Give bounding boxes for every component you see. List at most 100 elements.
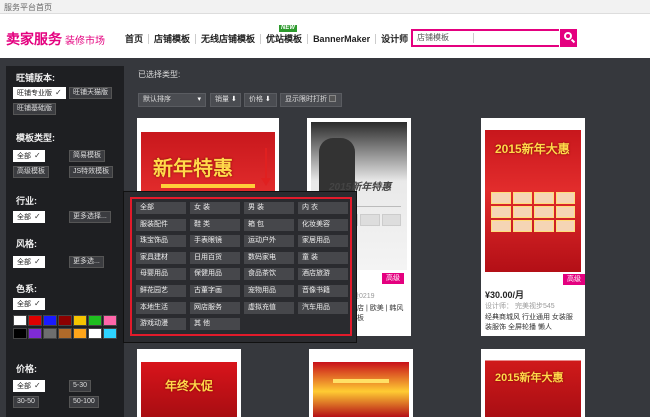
industry-option[interactable]: 虚拟充值 [244,301,294,314]
industry-option[interactable]: 鲜花园艺 [136,285,186,297]
template-thumbnail[interactable]: 年终大促 [141,353,237,417]
color-swatch[interactable] [13,315,27,326]
filter-type-js[interactable]: JS特效模板 [69,166,114,178]
search-button[interactable] [559,29,577,47]
filter-type-all[interactable]: 全部 ✓ [13,150,45,162]
template-card[interactable] [309,349,413,417]
logo-brand: 卖家服务 [6,31,62,47]
checkbox-icon [329,95,336,102]
filter-color-title: 色系: [16,284,37,294]
sort-sales-button[interactable]: 销量 ⬇ [210,93,241,107]
filter-price-30-50[interactable]: 30-50 [13,396,39,408]
nav-wireless-templates[interactable]: 无线店铺模板 [196,34,262,44]
filter-price-5-30[interactable]: 5-30 [69,380,92,392]
industry-option[interactable]: 全部 [136,202,186,214]
search-divider [473,33,474,43]
color-swatch[interactable] [73,315,87,326]
sort-price-button[interactable]: 价格 ⬇ [244,93,277,107]
industry-option[interactable]: 鞋 类 [190,218,240,231]
industry-option[interactable]: 服装配件 [136,218,186,231]
color-swatch[interactable] [58,315,72,326]
filter-industry-all[interactable]: 全部 ✓ [13,211,45,223]
search-scope-select[interactable]: 店铺模板 [415,32,473,44]
color-swatch[interactable] [58,328,72,339]
template-thumbnail[interactable] [313,353,409,417]
color-swatch[interactable] [43,315,57,326]
template-thumbnail[interactable]: 2015新年大惠 [485,353,581,417]
industry-option[interactable]: 家居用品 [298,235,348,248]
industry-option[interactable]: 化妆美容 [298,218,348,231]
filter-price-all[interactable]: 全部 ✓ [13,380,45,392]
industry-option[interactable]: 箱 包 [244,218,294,231]
sort-default-select[interactable]: 默认排序 ▾ [138,93,206,107]
logo[interactable]: 卖家服务 装修市场 [6,29,105,49]
filter-type-title: 模板类型: [16,133,55,143]
industry-dropdown: 全部女 装男 装内 衣服装配件鞋 类箱 包化妆美容珠宝饰品 手表眼镜 运动户外 家居用… [123,191,357,343]
filter-color-all[interactable]: 全部 ✓ [13,298,45,310]
color-swatch[interactable] [88,315,102,326]
industry-option[interactable]: 音像书籍 [298,285,348,297]
nav-shop-templates[interactable]: 店铺模板 [149,34,197,44]
check-icon: ✓ [55,88,62,97]
sort-down-icon: ⬇ [265,96,271,103]
filter-price-50-100[interactable]: 50-100 [69,396,99,408]
template-card[interactable]: 2015新年大惠 [481,349,585,417]
template-card[interactable]: 2015新年大惠 高级 ¥30.00/月 设计师： 完美视步545 经典商城风 … [481,118,585,336]
color-swatch[interactable] [103,315,117,326]
industry-option[interactable]: 数码家电 [244,251,294,264]
filter-version-tmall[interactable]: 旺铺天猫版 [69,87,112,99]
color-swatch[interactable] [103,328,117,339]
industry-option[interactable]: 本地生活 [136,301,186,314]
industry-option[interactable]: 女 装 [190,202,240,214]
industry-option[interactable]: 保健用品 [190,268,240,281]
annotation-arrow [265,148,267,180]
industry-option[interactable]: 运动户外 [244,235,294,248]
industry-option[interactable]: 酒店旅游 [298,268,348,281]
industry-option[interactable]: 宠物用品 [244,285,294,297]
nav-designer[interactable]: 设计师 [376,34,413,44]
color-swatch[interactable] [13,328,27,339]
industry-option[interactable]: 家具建材 [136,251,186,264]
filter-version-pro[interactable]: 旺铺专业版 ✓ [13,87,66,99]
filter-style-all[interactable]: 全部 ✓ [13,256,45,268]
main-nav: 首页 店铺模板 无线店铺模板 NEW 优站模板 BannerMaker 设计师 [120,25,413,48]
industry-option[interactable]: 游戏动漫 [136,318,186,331]
filter-style-more[interactable]: 更多选... [69,256,104,268]
filter-type-simple[interactable]: 简易模板 [69,150,105,162]
color-swatch[interactable] [28,315,42,326]
industry-option[interactable]: 汽车用品 [298,301,348,314]
industry-option[interactable]: 古董字画 [190,285,240,297]
nav-home[interactable]: 首页 [120,34,150,44]
poster-title: 2015新年大惠 [495,142,570,156]
template-desc: 经典商城风 行业通用 女装服 装服饰 全屏轮播 懒人 [485,314,573,331]
color-swatch[interactable] [73,328,87,339]
industry-option[interactable]: 珠宝饰品 [136,235,186,248]
check-icon: ✓ [34,381,41,390]
industry-option[interactable]: 内 衣 [298,202,348,214]
template-thumbnail[interactable]: 2015新年大惠 [485,122,581,272]
filter-industry-more[interactable]: 更多选择... [69,211,111,223]
template-card[interactable]: 年终大促 [137,349,241,417]
industry-option[interactable]: 童 装 [298,251,348,264]
check-icon: ✓ [34,151,41,160]
filter-type-advanced[interactable]: 高级模板 [13,166,49,178]
color-swatch[interactable] [28,328,42,339]
industry-option[interactable]: 母婴用品 [136,268,186,281]
nav-bannermaker[interactable]: BannerMaker [308,34,377,44]
breadcrumb[interactable]: 服务平台首页 [4,2,52,13]
industry-option[interactable]: 网店服务 [190,301,240,314]
industry-option[interactable]: 手表眼镜 [190,235,240,248]
filter-version-basic[interactable]: 旺铺基础版 [13,103,56,115]
check-icon: ✓ [34,257,41,266]
industry-option[interactable]: 其 他 [190,318,240,331]
color-swatch[interactable] [43,328,57,339]
industry-option[interactable]: 男 装 [244,202,294,214]
nav-youzhan-templates[interactable]: NEW 优站模板 [261,25,309,44]
new-badge: NEW [279,25,298,32]
color-swatch[interactable] [88,328,102,339]
industry-option[interactable]: 食品茶饮 [244,268,294,281]
filter-industry-title: 行业: [16,196,37,206]
designer-name[interactable]: 设计师： 完美视步545 [485,302,555,312]
limited-discount-toggle[interactable]: 显示限时打折 [280,93,342,107]
industry-option[interactable]: 日用百货 [190,251,240,264]
